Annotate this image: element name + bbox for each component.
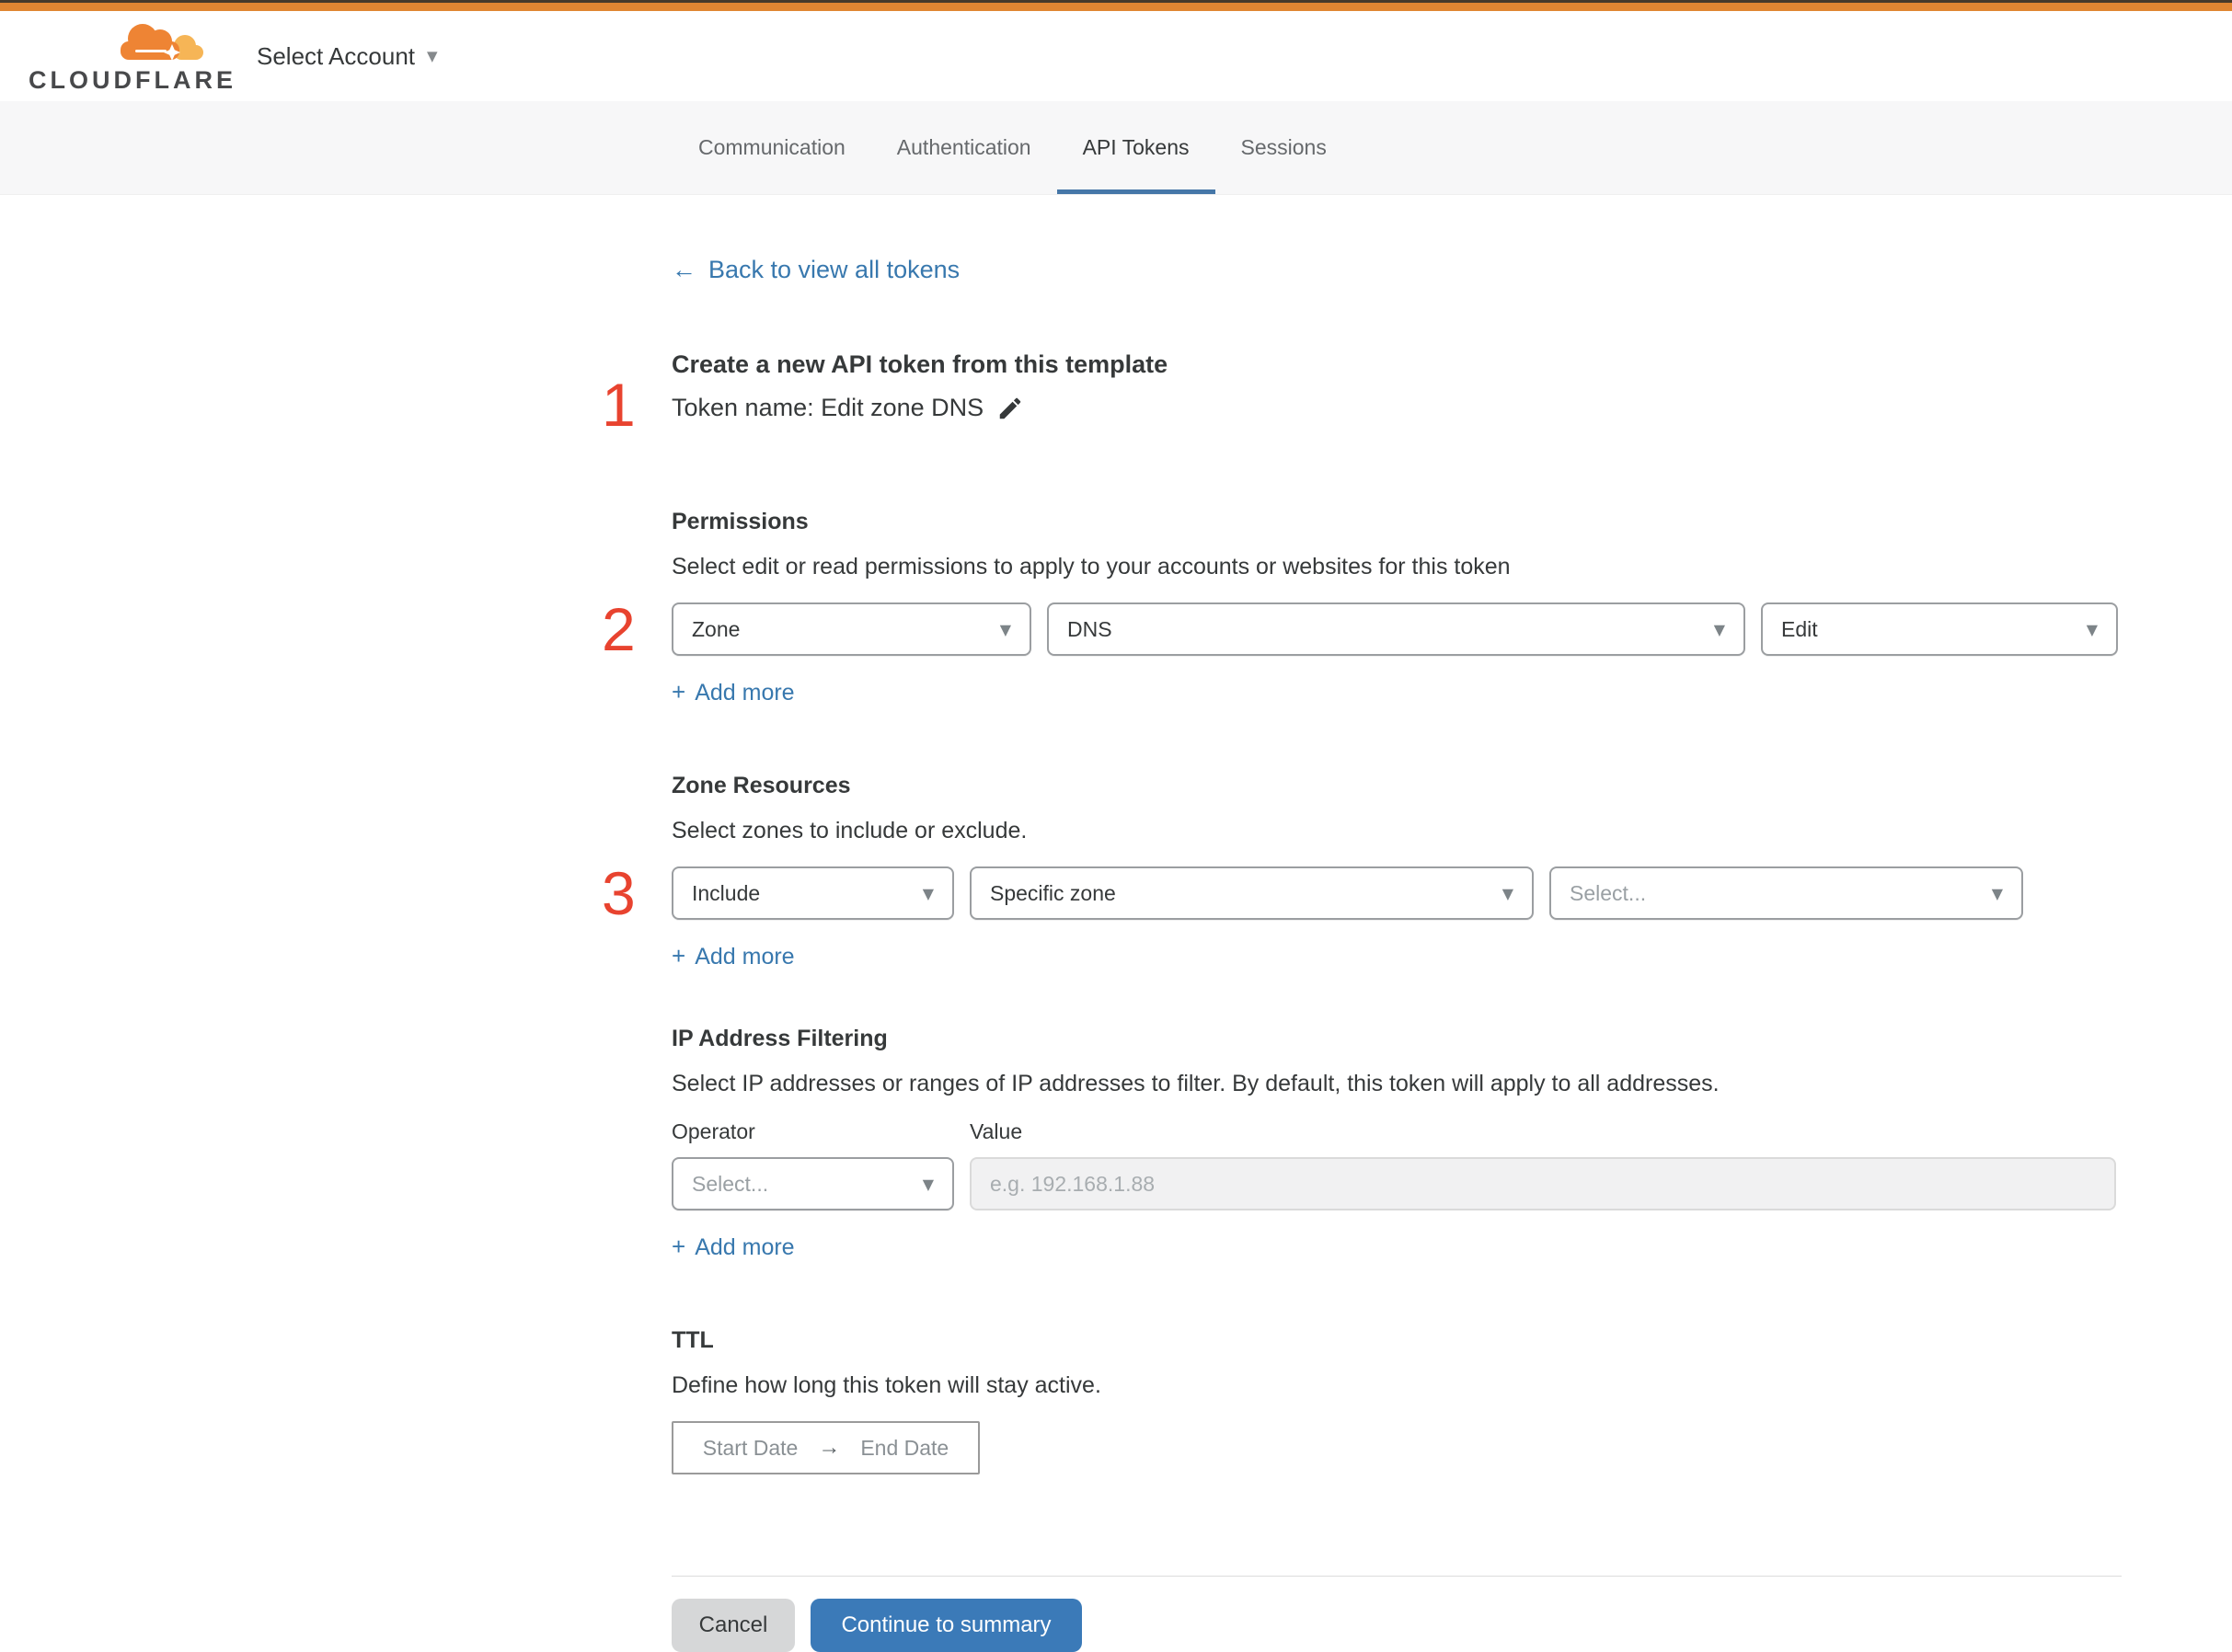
tab-authentication[interactable]: Authentication — [871, 101, 1057, 194]
account-selector-dropdown[interactable]: Select Account ▼ — [257, 42, 438, 71]
cloudflare-logo-text: CLOUDFLARE — [29, 66, 236, 94]
zone-resources-description: Select zones to include or exclude. — [672, 818, 1028, 843]
permission-service-dropdown[interactable]: DNS ▼ — [1047, 602, 1745, 656]
plus-icon: + — [672, 678, 686, 706]
ttl-heading: TTL — [672, 1327, 714, 1353]
zone-select-placeholder: Select... — [1570, 880, 1647, 905]
permission-service-value: DNS — [1067, 616, 1112, 641]
zone-select-dropdown[interactable]: Select... ▼ — [1549, 866, 2023, 920]
token-name-text: Token name: Edit zone DNS — [672, 394, 984, 421]
back-link-label: Back to view all tokens — [708, 256, 961, 283]
chevron-down-icon: ▼ — [2086, 620, 2098, 638]
back-to-tokens-link[interactable]: ← Back to view all tokens — [672, 256, 960, 284]
footer-divider — [672, 1576, 2122, 1577]
edit-pencil-icon[interactable] — [996, 395, 1024, 422]
permission-access-dropdown[interactable]: Edit ▼ — [1761, 602, 2118, 656]
ip-filtering-description: Select IP addresses or ranges of IP addr… — [672, 1071, 1720, 1096]
start-date-placeholder: Start Date — [702, 1435, 799, 1460]
tab-api-tokens[interactable]: API Tokens — [1056, 101, 1215, 194]
end-date-placeholder: End Date — [860, 1435, 949, 1460]
zone-resources-section: 3 Zone Resources Select zones to include… — [602, 773, 2122, 970]
ip-operator-placeholder: Select... — [692, 1171, 769, 1196]
account-selector-label: Select Account — [257, 41, 415, 70]
ip-filtering-section: IP Address Filtering Select IP addresses… — [672, 1026, 2122, 1261]
profile-tab-bar: Communication Authentication API Tokens … — [0, 101, 2232, 195]
page-title: Create a new API token from this templat… — [672, 350, 1168, 378]
back-arrow-icon: ← — [672, 256, 696, 283]
continue-to-summary-button[interactable]: Continue to summary — [811, 1599, 1082, 1652]
add-more-label: Add more — [695, 944, 795, 969]
tab-communication[interactable]: Communication — [673, 101, 871, 194]
token-name-section: 1 Create a new API token from this templ… — [602, 350, 2122, 435]
zone-resources-heading: Zone Resources — [672, 773, 851, 798]
add-more-label: Add more — [695, 680, 795, 706]
chevron-down-icon: ▼ — [1991, 884, 2003, 902]
permissions-heading: Permissions — [672, 509, 809, 534]
chevron-down-icon: ▼ — [999, 620, 1011, 638]
permission-scope-value: Zone — [692, 616, 741, 641]
page-content: ← Back to view all tokens 1 Create a new… — [0, 195, 2232, 1652]
plus-icon: + — [672, 1233, 686, 1260]
chevron-down-icon: ▼ — [1501, 884, 1513, 902]
permissions-add-more-button[interactable]: + Add more — [672, 678, 795, 706]
chevron-down-icon: ▼ — [427, 48, 438, 64]
ttl-description: Define how long this token will stay act… — [672, 1372, 1101, 1398]
operator-label: Operator — [672, 1119, 755, 1143]
zone-resources-add-more-button[interactable]: + Add more — [672, 942, 795, 970]
right-arrow-icon: → — [818, 1435, 841, 1460]
brand-accent-bar — [0, 3, 2232, 11]
cloudflare-logo[interactable]: CLOUDFLARE — [29, 16, 233, 97]
cloudflare-cloud-icon — [121, 24, 203, 61]
chevron-down-icon: ▼ — [922, 1175, 934, 1193]
chevron-down-icon: ▼ — [1713, 620, 1725, 638]
zone-mode-dropdown[interactable]: Include ▼ — [672, 866, 954, 920]
ttl-section: TTL Define how long this token will stay… — [672, 1327, 2122, 1474]
value-label: Value — [970, 1119, 1023, 1143]
permissions-section: 2 Permissions Select edit or read permis… — [602, 509, 2122, 706]
footer-actions: Cancel Continue to summary — [672, 1599, 2122, 1652]
zone-scope-value: Specific zone — [990, 880, 1116, 905]
zone-mode-value: Include — [692, 880, 761, 905]
ip-filtering-heading: IP Address Filtering — [672, 1026, 888, 1051]
permission-access-value: Edit — [1781, 616, 1818, 641]
ip-value-input[interactable] — [970, 1157, 2116, 1210]
ip-operator-dropdown[interactable]: Select... ▼ — [672, 1157, 954, 1210]
step-number-3: 3 — [602, 859, 636, 927]
ttl-date-range-input[interactable]: Start Date → End Date — [672, 1421, 980, 1474]
chevron-down-icon: ▼ — [922, 884, 934, 902]
permissions-description: Select edit or read permissions to apply… — [672, 554, 1511, 579]
add-more-label: Add more — [695, 1234, 795, 1260]
ip-filtering-add-more-button[interactable]: + Add more — [672, 1233, 795, 1261]
zone-scope-dropdown[interactable]: Specific zone ▼ — [970, 866, 1534, 920]
step-number-2: 2 — [602, 595, 636, 663]
app-header: CLOUDFLARE Select Account ▼ — [0, 11, 2232, 101]
permission-scope-dropdown[interactable]: Zone ▼ — [672, 602, 1031, 656]
tab-sessions[interactable]: Sessions — [1215, 101, 1352, 194]
step-number-1: 1 — [602, 371, 636, 439]
cancel-button[interactable]: Cancel — [672, 1599, 795, 1652]
plus-icon: + — [672, 942, 686, 969]
